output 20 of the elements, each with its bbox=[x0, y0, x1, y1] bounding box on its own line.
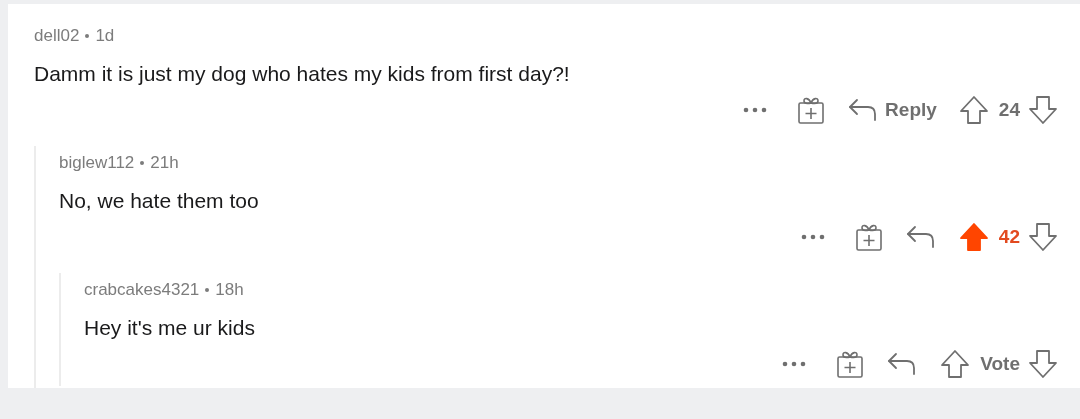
comment-text: No, we hate them too bbox=[59, 188, 260, 214]
vote-count: 24 bbox=[998, 97, 1020, 122]
more-dots-icon bbox=[743, 107, 768, 113]
downvote-button[interactable] bbox=[1026, 220, 1060, 254]
vote-count: Vote bbox=[980, 351, 1020, 376]
comment-age: 18h bbox=[215, 279, 244, 301]
author-name[interactable]: biglew112 bbox=[59, 151, 135, 175]
reply-button[interactable]: Reply bbox=[843, 93, 941, 127]
vote-count: 42 bbox=[998, 224, 1020, 249]
comment-text: Hey it's me ur kids bbox=[84, 315, 256, 341]
more-dots-icon bbox=[800, 234, 825, 240]
downvote-button[interactable] bbox=[1026, 93, 1060, 127]
downvote-button[interactable] bbox=[1026, 347, 1060, 381]
comment-text: Damm it is just my dog who hates my kids from first day?! bbox=[34, 61, 571, 87]
author-name[interactable]: dell02 bbox=[34, 24, 80, 48]
comment-age: 1d bbox=[95, 25, 115, 47]
comment-age: 21h bbox=[150, 152, 179, 174]
more-dots-icon bbox=[782, 361, 807, 367]
author-name[interactable]: crabcakes4321 bbox=[84, 278, 200, 302]
reply-arrow-icon bbox=[904, 224, 937, 250]
